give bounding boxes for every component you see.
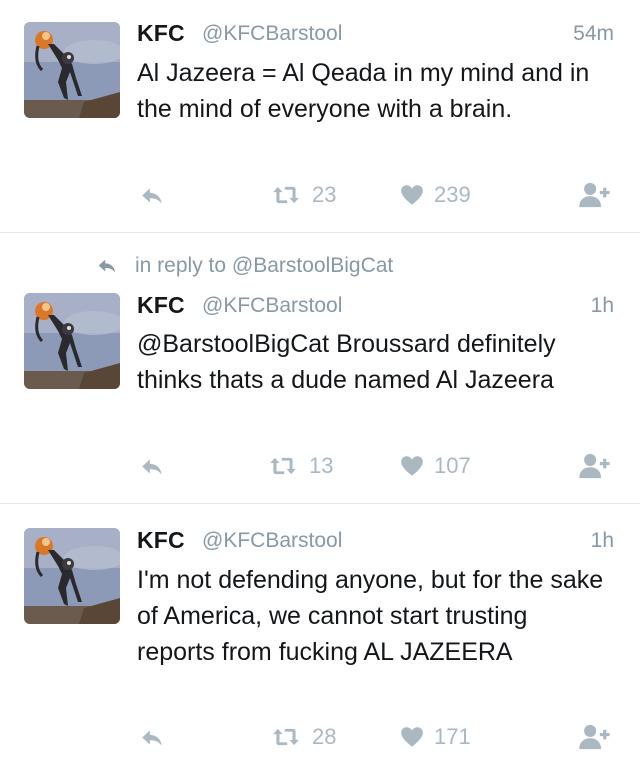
avatar[interactable] xyxy=(24,528,120,624)
like-count: 171 xyxy=(434,724,471,749)
reply-context[interactable]: in reply to @BarstoolBigCat xyxy=(93,251,393,281)
tweet-time[interactable]: 1h xyxy=(591,529,614,553)
reply-button[interactable] xyxy=(137,725,167,751)
like-button[interactable]: 107 xyxy=(398,453,471,479)
retweet-count: 13 xyxy=(309,453,334,478)
retweet-count: 23 xyxy=(312,182,337,207)
retweet-button[interactable]: 13 xyxy=(265,452,333,480)
author-handle[interactable]: @KFCBarstool xyxy=(202,294,342,318)
tweet-text: @BarstoolBigCat Broussard definitely thi… xyxy=(137,330,556,394)
heart-icon xyxy=(398,453,426,479)
retweet-button[interactable]: 28 xyxy=(268,723,336,751)
like-count: 107 xyxy=(434,453,471,478)
tweet-time[interactable]: 1h xyxy=(591,294,614,318)
like-count: 239 xyxy=(434,182,471,207)
tweet-1[interactable]: KFC @KFCBarstool 54m Al Jazeera = Al Qea… xyxy=(0,0,640,232)
follow-button[interactable] xyxy=(578,180,612,210)
divider xyxy=(0,232,640,233)
author-name[interactable]: KFC xyxy=(137,20,185,47)
author-handle[interactable]: @KFCBarstool xyxy=(202,529,342,553)
avatar[interactable] xyxy=(24,22,120,118)
author-handle[interactable]: @KFCBarstool xyxy=(202,22,342,46)
heart-icon xyxy=(398,724,426,750)
divider xyxy=(0,503,640,504)
reply-context-icon xyxy=(93,255,121,277)
retweet-count: 28 xyxy=(312,724,337,749)
tweet-time[interactable]: 54m xyxy=(573,22,614,46)
like-button[interactable]: 171 xyxy=(398,724,471,750)
tweet-text: I'm not defending anyone, but for the sa… xyxy=(137,566,604,666)
like-button[interactable]: 239 xyxy=(398,182,471,208)
retweet-button[interactable]: 23 xyxy=(268,181,336,209)
heart-icon xyxy=(398,182,426,208)
reply-icon xyxy=(137,725,167,751)
retweet-icon xyxy=(268,723,304,751)
tweet-text: Al Jazeera = Al Qeada in my mind and in … xyxy=(137,59,590,123)
retweet-icon xyxy=(268,181,304,209)
reply-button[interactable] xyxy=(137,183,167,209)
author-name[interactable]: KFC xyxy=(137,292,185,319)
retweet-icon xyxy=(265,452,301,480)
reply-button[interactable] xyxy=(137,454,167,480)
avatar[interactable] xyxy=(24,293,120,389)
follow-button[interactable] xyxy=(578,451,612,481)
follow-button[interactable] xyxy=(578,722,612,752)
reply-icon xyxy=(137,183,167,209)
reply-icon xyxy=(137,454,167,480)
author-name[interactable]: KFC xyxy=(137,527,185,554)
reply-context-text: in reply to @BarstoolBigCat xyxy=(135,254,394,277)
follow-icon xyxy=(578,722,612,752)
follow-icon xyxy=(578,451,612,481)
follow-icon xyxy=(578,180,612,210)
